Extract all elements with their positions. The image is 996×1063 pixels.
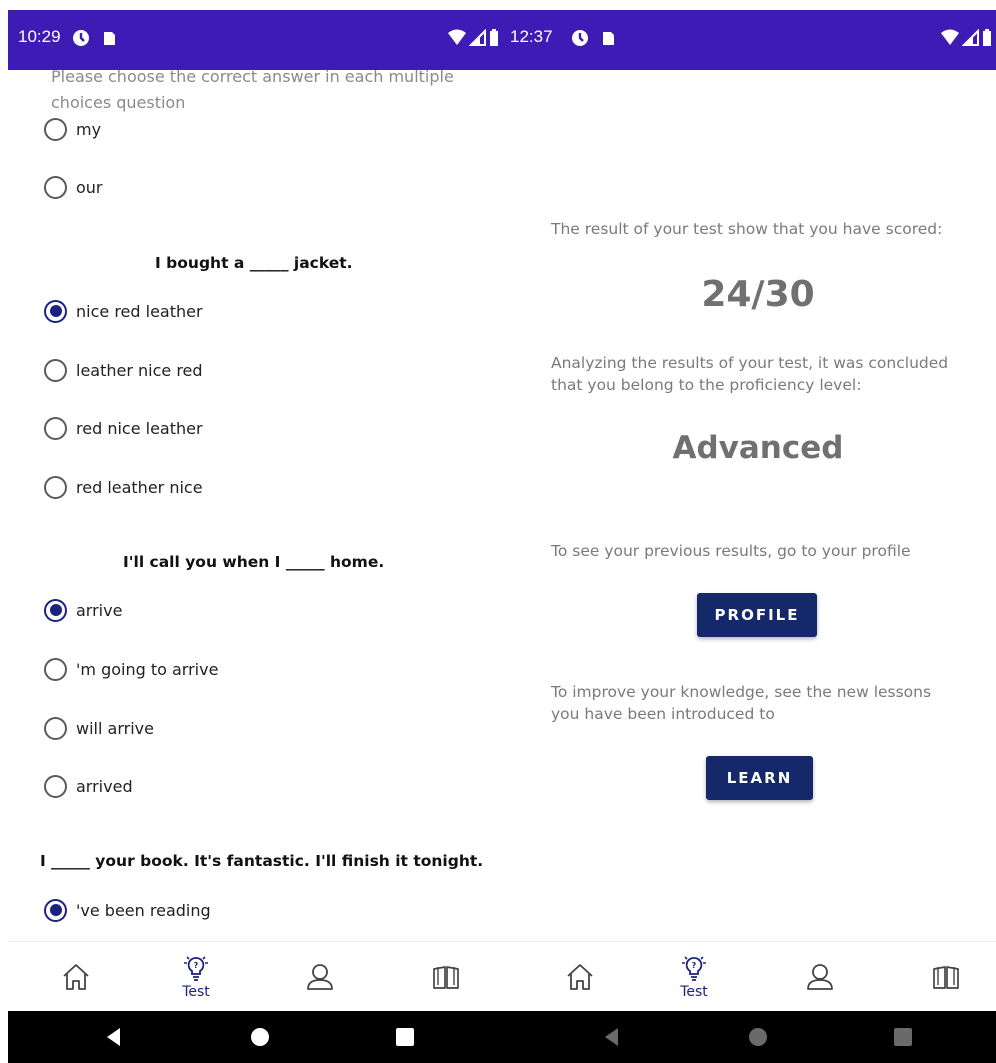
answer-option[interactable]: arrived [44, 771, 133, 801]
recents-icon[interactable] [891, 1025, 915, 1049]
learn-hint-text: To improve your knowledge, see the new l… [551, 683, 932, 723]
status-bar: 10:29 12:37 [8, 10, 996, 70]
answer-label: will arrive [76, 718, 154, 738]
question-text: I bought a _____ jacket. [155, 254, 353, 272]
signal-icon [962, 29, 979, 46]
home-icon [63, 964, 89, 990]
answer-label: leather nice red [76, 360, 203, 380]
wifi-icon [941, 29, 959, 45]
radio-button[interactable] [44, 657, 67, 681]
radio-button[interactable] [44, 716, 67, 740]
radio-button-selected[interactable] [44, 598, 67, 622]
nav-lessons[interactable] [918, 942, 974, 1012]
answer-label: nice red leather [76, 301, 203, 321]
system-navigation-bar [8, 1011, 996, 1063]
nav-test-label: Test [182, 983, 210, 1000]
battery-icon [983, 29, 991, 46]
answer-option[interactable]: our [44, 172, 103, 202]
home-icon [567, 964, 593, 990]
radio-button-selected[interactable] [44, 299, 67, 323]
nav-profile[interactable] [792, 942, 848, 1012]
lightbulb-question-icon: ? [682, 955, 706, 981]
answer-option[interactable]: 've been reading [44, 895, 211, 925]
answer-label: red leather nice [76, 477, 203, 497]
svg-text:?: ? [692, 961, 697, 970]
person-icon [307, 964, 333, 990]
sd-card-icon [104, 32, 115, 45]
test-screen[interactable]: Please choose the correct answer in each… [8, 70, 508, 941]
status-time-left: 10:29 [18, 27, 61, 46]
home-button-icon[interactable] [746, 1025, 770, 1049]
battery-icon [490, 29, 498, 46]
question-text: I _____ your book. It's fantastic. I'll … [40, 852, 484, 870]
radio-button[interactable] [44, 774, 67, 798]
answer-option[interactable]: red leather nice [44, 472, 203, 502]
data-saver-icon [73, 30, 89, 46]
bottom-navigation: ? Test [508, 941, 996, 1011]
answer-option[interactable]: my [44, 114, 101, 144]
sd-card-icon [603, 32, 614, 45]
answer-option[interactable]: leather nice red [44, 355, 203, 385]
answer-option[interactable]: will arrive [44, 713, 154, 743]
question-text: I'll call you when I _____ home. [123, 553, 385, 571]
data-saver-icon [572, 30, 588, 46]
learn-button[interactable]: LEARN [706, 756, 813, 800]
radio-button[interactable] [44, 117, 67, 141]
proficiency-level: Advanced [672, 430, 844, 466]
score-value: 24/30 [701, 274, 815, 315]
radio-button[interactable] [44, 175, 67, 199]
person-icon [807, 964, 833, 990]
radio-button-selected[interactable] [44, 898, 67, 922]
nav-test[interactable]: ? Test [666, 942, 722, 1012]
home-button-icon[interactable] [248, 1025, 272, 1049]
lightbulb-question-icon: ? [184, 955, 208, 981]
back-icon[interactable] [600, 1025, 624, 1049]
nav-lessons[interactable] [418, 942, 474, 1012]
recents-icon[interactable] [393, 1025, 417, 1049]
nav-test-label: Test [680, 983, 708, 1000]
status-time-right: 12:37 [510, 27, 553, 46]
level-intro-text: Analyzing the results of your test, it w… [551, 354, 949, 394]
bottom-navigation: ? Test [8, 941, 508, 1011]
score-intro-text: The result of your test show that you ha… [551, 220, 943, 238]
answer-label: arrived [76, 776, 133, 796]
nav-home[interactable] [48, 942, 104, 1012]
answer-label: our [76, 177, 103, 197]
answer-label: my [76, 119, 102, 139]
book-icon [433, 966, 459, 989]
book-icon [933, 966, 959, 989]
answer-label: 'm going to arrive [76, 659, 219, 679]
back-icon[interactable] [102, 1025, 126, 1049]
answer-option[interactable]: 'm going to arrive [44, 654, 218, 684]
nav-test[interactable]: ? Test [168, 942, 224, 1012]
signal-icon [469, 29, 486, 46]
answer-option[interactable]: red nice leather [44, 413, 203, 443]
result-screen: The result of your test show that you ha… [508, 70, 996, 941]
answer-label: 've been reading [76, 900, 211, 920]
profile-hint-text: To see your previous results, go to your… [551, 542, 911, 560]
answer-option[interactable]: nice red leather [44, 296, 203, 326]
test-instruction: Please choose the correct answer in each… [51, 70, 454, 112]
radio-button[interactable] [44, 416, 67, 440]
profile-button[interactable]: PROFILE [697, 593, 817, 637]
answer-label: arrive [76, 600, 123, 620]
wifi-icon [448, 29, 466, 45]
svg-text:?: ? [194, 961, 199, 970]
radio-button[interactable] [44, 475, 67, 499]
nav-home[interactable] [552, 942, 608, 1012]
nav-profile[interactable] [292, 942, 348, 1012]
answer-label: red nice leather [76, 418, 203, 438]
answer-option[interactable]: arrive [44, 595, 122, 625]
radio-button[interactable] [44, 358, 67, 382]
